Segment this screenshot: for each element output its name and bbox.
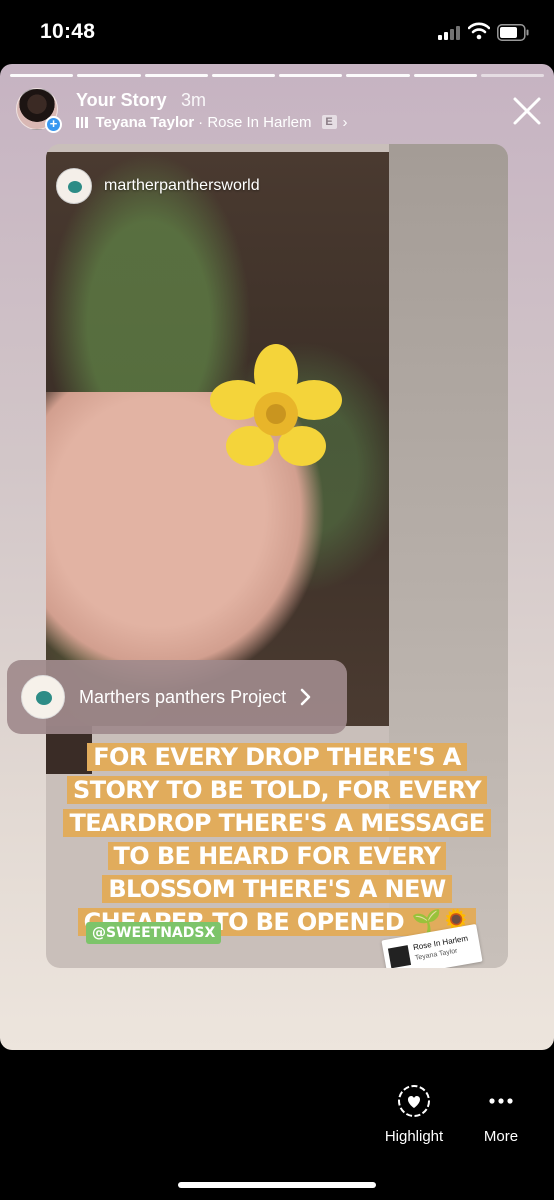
story-title[interactable]: Your Story <box>76 90 167 111</box>
battery-icon <box>497 24 529 41</box>
photo-account-label: martherpanthersworld <box>56 168 260 204</box>
album-art <box>387 945 412 968</box>
highlight-label: Highlight <box>384 1128 444 1145</box>
story-media: martherpanthersworld FOR EVERY DROP THER… <box>46 144 508 968</box>
music-song: · Rose In Harlem <box>198 113 312 131</box>
music-attribution[interactable]: Teyana Taylor · Rose In Harlem E › <box>76 112 348 132</box>
highlight-button[interactable]: Highlight <box>380 1084 448 1154</box>
more-button[interactable]: More <box>478 1084 524 1154</box>
mention-tag[interactable]: @SWEETNADSX <box>86 922 222 944</box>
heart-icon <box>398 1085 430 1117</box>
more-dots-icon <box>489 1098 513 1104</box>
story-viewer[interactable]: + Your Story 3m Teyana Taylor · Rose In … <box>0 64 554 1050</box>
music-artist: Teyana Taylor <box>95 113 195 131</box>
status-time: 10:48 <box>40 20 96 43</box>
garden-photo: martherpanthersworld <box>46 152 389 726</box>
home-indicator[interactable] <box>178 1182 376 1188</box>
add-story-icon[interactable]: + <box>45 116 62 133</box>
close-icon[interactable] <box>510 94 544 128</box>
explicit-badge: E <box>321 115 337 129</box>
cellular-signal-icon <box>438 26 462 40</box>
status-bar: 10:48 <box>0 0 554 64</box>
story-timestamp: 3m <box>181 90 207 110</box>
caption-text: FOR EVERY DROP THERE'S A STORY TO BE TOL… <box>63 743 491 936</box>
account-logo <box>56 168 92 204</box>
project-logo <box>21 675 65 719</box>
daffodil-image <box>210 344 342 466</box>
chevron-right-icon: › <box>342 113 348 131</box>
chevron-right-icon <box>300 688 311 706</box>
link-sticker[interactable]: Marthers panthers Project <box>7 660 347 734</box>
story-progress-bar <box>10 74 544 77</box>
more-label: More <box>483 1128 519 1145</box>
music-bars-icon <box>76 116 88 128</box>
wifi-icon <box>468 22 490 40</box>
account-handle: martherpanthersworld <box>104 177 260 194</box>
link-sticker-label: Marthers panthers Project <box>79 686 287 707</box>
story-caption: FOR EVERY DROP THERE'S A STORY TO BE TOL… <box>46 741 508 939</box>
